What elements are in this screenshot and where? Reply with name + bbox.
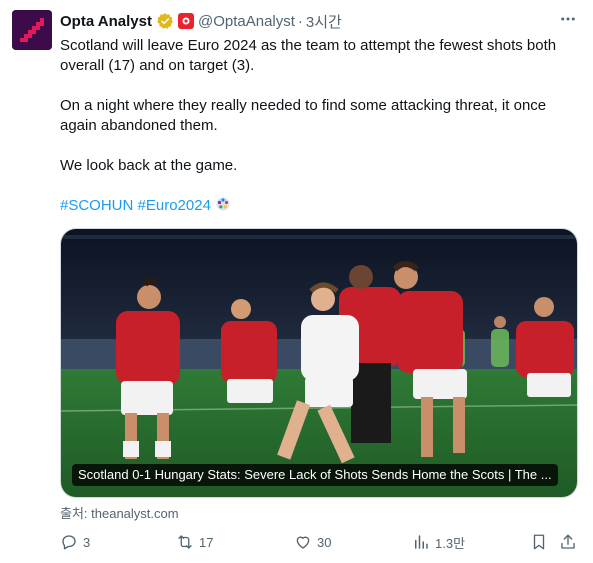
celebration-photo (61, 229, 577, 497)
retweet-count: 17 (199, 534, 214, 550)
link-card-image[interactable]: Scotland 0-1 Hungary Stats: Severe Lack … (60, 228, 578, 498)
retweet-button[interactable]: 17 (176, 533, 213, 551)
reply-count: 3 (83, 534, 91, 550)
retweet-icon (178, 535, 192, 549)
tweet-header: Opta Analyst @OptaAnalyst · 3시간 (60, 10, 577, 32)
tweet-paragraph: Scotland will leave Euro 2024 as the tea… (60, 37, 557, 74)
bookmark-icon (533, 534, 545, 550)
tweet-paragraph: We look back at the game. (60, 157, 238, 174)
action-bar: 3 17 30 1.3만 (60, 530, 580, 554)
link-source[interactable]: 출처: theanalyst.com (60, 503, 179, 522)
tweet-paragraph: On a night where they really needed to f… (60, 97, 547, 134)
separator-dot: · (297, 12, 303, 30)
reply-icon (62, 535, 76, 550)
link-card-title[interactable]: Scotland 0-1 Hungary Stats: Severe Lack … (72, 464, 558, 486)
heart-icon (296, 536, 310, 549)
hashtag-link[interactable]: #SCOHUN (60, 197, 133, 214)
euro-trophy-emoji-icon (215, 197, 231, 214)
author-name[interactable]: Opta Analyst (60, 13, 152, 30)
opta-logo-icon (12, 10, 52, 50)
share-button[interactable] (559, 533, 582, 551)
views-button[interactable]: 1.3만 (412, 533, 465, 552)
hashtag-link[interactable]: #Euro2024 (138, 197, 211, 214)
tweet-text: Scotland will leave Euro 2024 as the tea… (60, 36, 580, 216)
timestamp[interactable]: 3시간 (306, 11, 342, 32)
avatar[interactable] (12, 10, 52, 50)
verified-badge-icon (156, 12, 174, 30)
affiliate-badge-icon[interactable] (177, 13, 194, 29)
bookmark-button[interactable] (530, 533, 553, 551)
hashtag-row: #SCOHUN #Euro2024 (60, 196, 580, 216)
like-count: 30 (317, 534, 332, 550)
reply-button[interactable]: 3 (60, 533, 90, 551)
views-count: 1.3만 (435, 535, 466, 551)
analytics-icon (415, 535, 428, 549)
share-icon (561, 534, 575, 549)
author-handle[interactable]: @OptaAnalyst (198, 13, 295, 30)
like-button[interactable]: 30 (294, 533, 331, 551)
more-options-icon[interactable] (559, 10, 577, 33)
